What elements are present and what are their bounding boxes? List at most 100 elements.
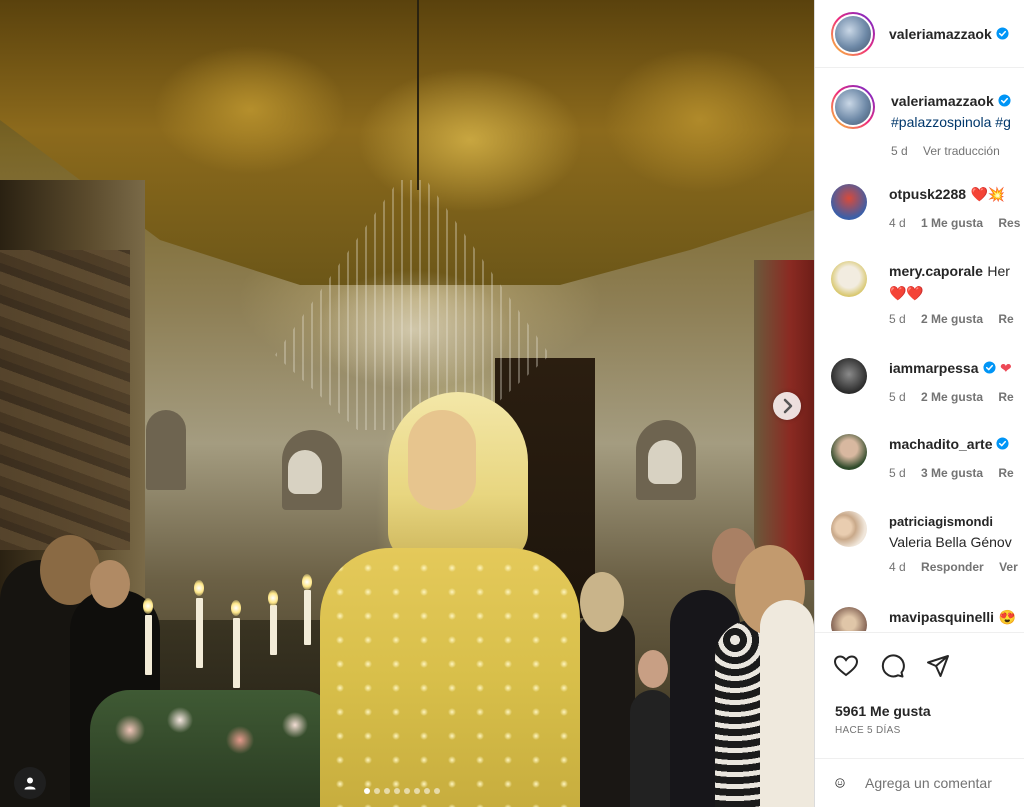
comment-username[interactable]: mavipasquinelli bbox=[889, 609, 994, 625]
candle bbox=[270, 605, 277, 655]
comment-avatar[interactable] bbox=[831, 358, 867, 394]
wall-niche-far-left bbox=[146, 410, 186, 490]
comment-item: machadito_arte 5 d 3 Me gusta Re bbox=[831, 434, 1024, 480]
translate-link[interactable]: Ver traducción bbox=[923, 144, 1000, 158]
comment-text: 😍 bbox=[998, 609, 1016, 625]
candle bbox=[145, 615, 152, 675]
subject-sequin-dress bbox=[320, 548, 580, 807]
comment-item: iammarpessa ❤ 5 d 2 Me gusta Re bbox=[831, 358, 1024, 404]
subject-face bbox=[408, 410, 476, 510]
reply-button[interactable]: Re bbox=[998, 390, 1013, 404]
post-side-panel: valeriamazzaok valeriamazzaok #palazzosp… bbox=[814, 0, 1024, 807]
reply-button[interactable]: Responder bbox=[921, 560, 984, 574]
candle bbox=[196, 598, 203, 668]
carousel-indicator bbox=[364, 788, 440, 794]
comment-time: 4 d bbox=[889, 560, 906, 574]
post-actions: 5961 Me gusta HACE 5 DÍAS bbox=[815, 632, 1024, 747]
comment-username[interactable]: mery.caporale bbox=[889, 263, 983, 279]
comment-time: 4 d bbox=[889, 216, 906, 230]
caption-username[interactable]: valeriamazzaok bbox=[891, 93, 994, 109]
comment-time: 5 d bbox=[889, 390, 906, 404]
comment-icon[interactable] bbox=[879, 653, 905, 679]
reply-button[interactable]: Res bbox=[998, 216, 1020, 230]
comment-text: Her bbox=[987, 263, 1010, 279]
heart-icon[interactable] bbox=[833, 653, 859, 679]
comment-item: mery.caporale Her ❤️❤️ 5 d 2 Me gusta Re bbox=[831, 261, 1024, 326]
comment-likes[interactable]: 1 Me gusta bbox=[921, 216, 983, 230]
comment-likes[interactable]: 3 Me gusta bbox=[921, 466, 983, 480]
carousel-dot bbox=[414, 788, 420, 794]
author-avatar[interactable] bbox=[831, 11, 875, 56]
reply-button[interactable]: Re bbox=[998, 466, 1013, 480]
post-header: valeriamazzaok bbox=[815, 0, 1024, 68]
comment-time: 5 d bbox=[889, 466, 906, 480]
author-username[interactable]: valeriamazzaok bbox=[889, 26, 992, 42]
caption-time: 5 d bbox=[891, 144, 908, 158]
carousel-dot bbox=[364, 788, 370, 794]
comment-username[interactable]: machadito_arte bbox=[889, 436, 992, 452]
user-tag-icon bbox=[24, 777, 36, 790]
guest-center-right-head bbox=[580, 572, 624, 632]
view-replies-button[interactable]: Ver bbox=[999, 560, 1018, 574]
guest-bald bbox=[630, 690, 675, 807]
comment-item: mavipasquinelli 😍 bbox=[831, 607, 1024, 631]
post-photo[interactable] bbox=[0, 0, 814, 807]
comment-likes[interactable]: 2 Me gusta bbox=[921, 312, 983, 326]
caption: valeriamazzaok #palazzospinola #g 5 d Ve… bbox=[831, 85, 1024, 158]
verified-badge-icon bbox=[996, 27, 1009, 40]
comment-item: otpusk2288 ❤️💥 4 d 1 Me gusta Res bbox=[831, 184, 1024, 230]
marble-bust-left bbox=[288, 450, 322, 494]
guest-center-right bbox=[575, 610, 635, 807]
guest-bald-head bbox=[638, 650, 668, 688]
comment-time: 5 d bbox=[889, 312, 906, 326]
candle bbox=[233, 618, 240, 688]
verified-badge-icon bbox=[996, 437, 1010, 450]
chandelier-chain bbox=[417, 0, 419, 190]
carousel-dot bbox=[424, 788, 430, 794]
comment-likes[interactable]: 2 Me gusta bbox=[921, 390, 983, 404]
candle-flame bbox=[194, 580, 204, 596]
guest-white-dress bbox=[760, 600, 814, 807]
share-icon[interactable] bbox=[925, 653, 951, 679]
marble-bust-right bbox=[648, 440, 682, 484]
comment-avatar[interactable] bbox=[831, 434, 867, 470]
comments-list[interactable]: valeriamazzaok #palazzospinola #g 5 d Ve… bbox=[815, 69, 1024, 631]
comment-input[interactable] bbox=[865, 775, 1024, 791]
candle-flame bbox=[143, 598, 153, 614]
candle bbox=[304, 590, 311, 645]
carousel-dot bbox=[404, 788, 410, 794]
right-wall bbox=[754, 260, 814, 580]
post-date: HACE 5 DÍAS bbox=[835, 725, 901, 736]
comment-avatar[interactable] bbox=[831, 261, 867, 297]
tapestry bbox=[0, 250, 130, 550]
flower-centerpiece bbox=[90, 690, 340, 807]
carousel-dot bbox=[374, 788, 380, 794]
emoji-icon[interactable] bbox=[835, 770, 845, 796]
comment-text-line2: Valeria Bella Génov bbox=[889, 534, 1012, 550]
carousel-dot bbox=[384, 788, 390, 794]
comment-avatar[interactable] bbox=[831, 511, 867, 547]
comment-text: ❤️💥 bbox=[970, 186, 1006, 202]
carousel-dot bbox=[434, 788, 440, 794]
comment-text-line2: ❤️❤️ bbox=[889, 285, 924, 301]
comment-item: patriciagismondi Valeria Bella Génov 4 d… bbox=[831, 511, 1024, 574]
comment-username[interactable]: patriciagismondi bbox=[889, 514, 993, 529]
guest-man-left-head bbox=[90, 560, 130, 608]
caption-avatar[interactable] bbox=[831, 85, 875, 129]
verified-badge-icon bbox=[998, 94, 1011, 107]
comment-username[interactable]: iammarpessa bbox=[889, 360, 979, 376]
likes-count[interactable]: 5961 Me gusta bbox=[835, 703, 931, 719]
reply-button[interactable]: Re bbox=[998, 312, 1013, 326]
candle-flame bbox=[302, 574, 312, 590]
comment-avatar[interactable] bbox=[831, 607, 867, 631]
carousel-dot bbox=[394, 788, 400, 794]
candle-flame bbox=[268, 590, 278, 606]
next-photo-button[interactable] bbox=[773, 392, 801, 420]
caption-hashtags[interactable]: #palazzospinola #g bbox=[891, 114, 1012, 130]
verified-badge-icon bbox=[982, 361, 996, 374]
comment-username[interactable]: otpusk2288 bbox=[889, 186, 966, 202]
comment-text: ❤ bbox=[999, 360, 1012, 376]
tagged-users-button[interactable] bbox=[14, 767, 46, 799]
comment-avatar[interactable] bbox=[831, 184, 867, 220]
chevron-right-icon bbox=[783, 398, 793, 414]
